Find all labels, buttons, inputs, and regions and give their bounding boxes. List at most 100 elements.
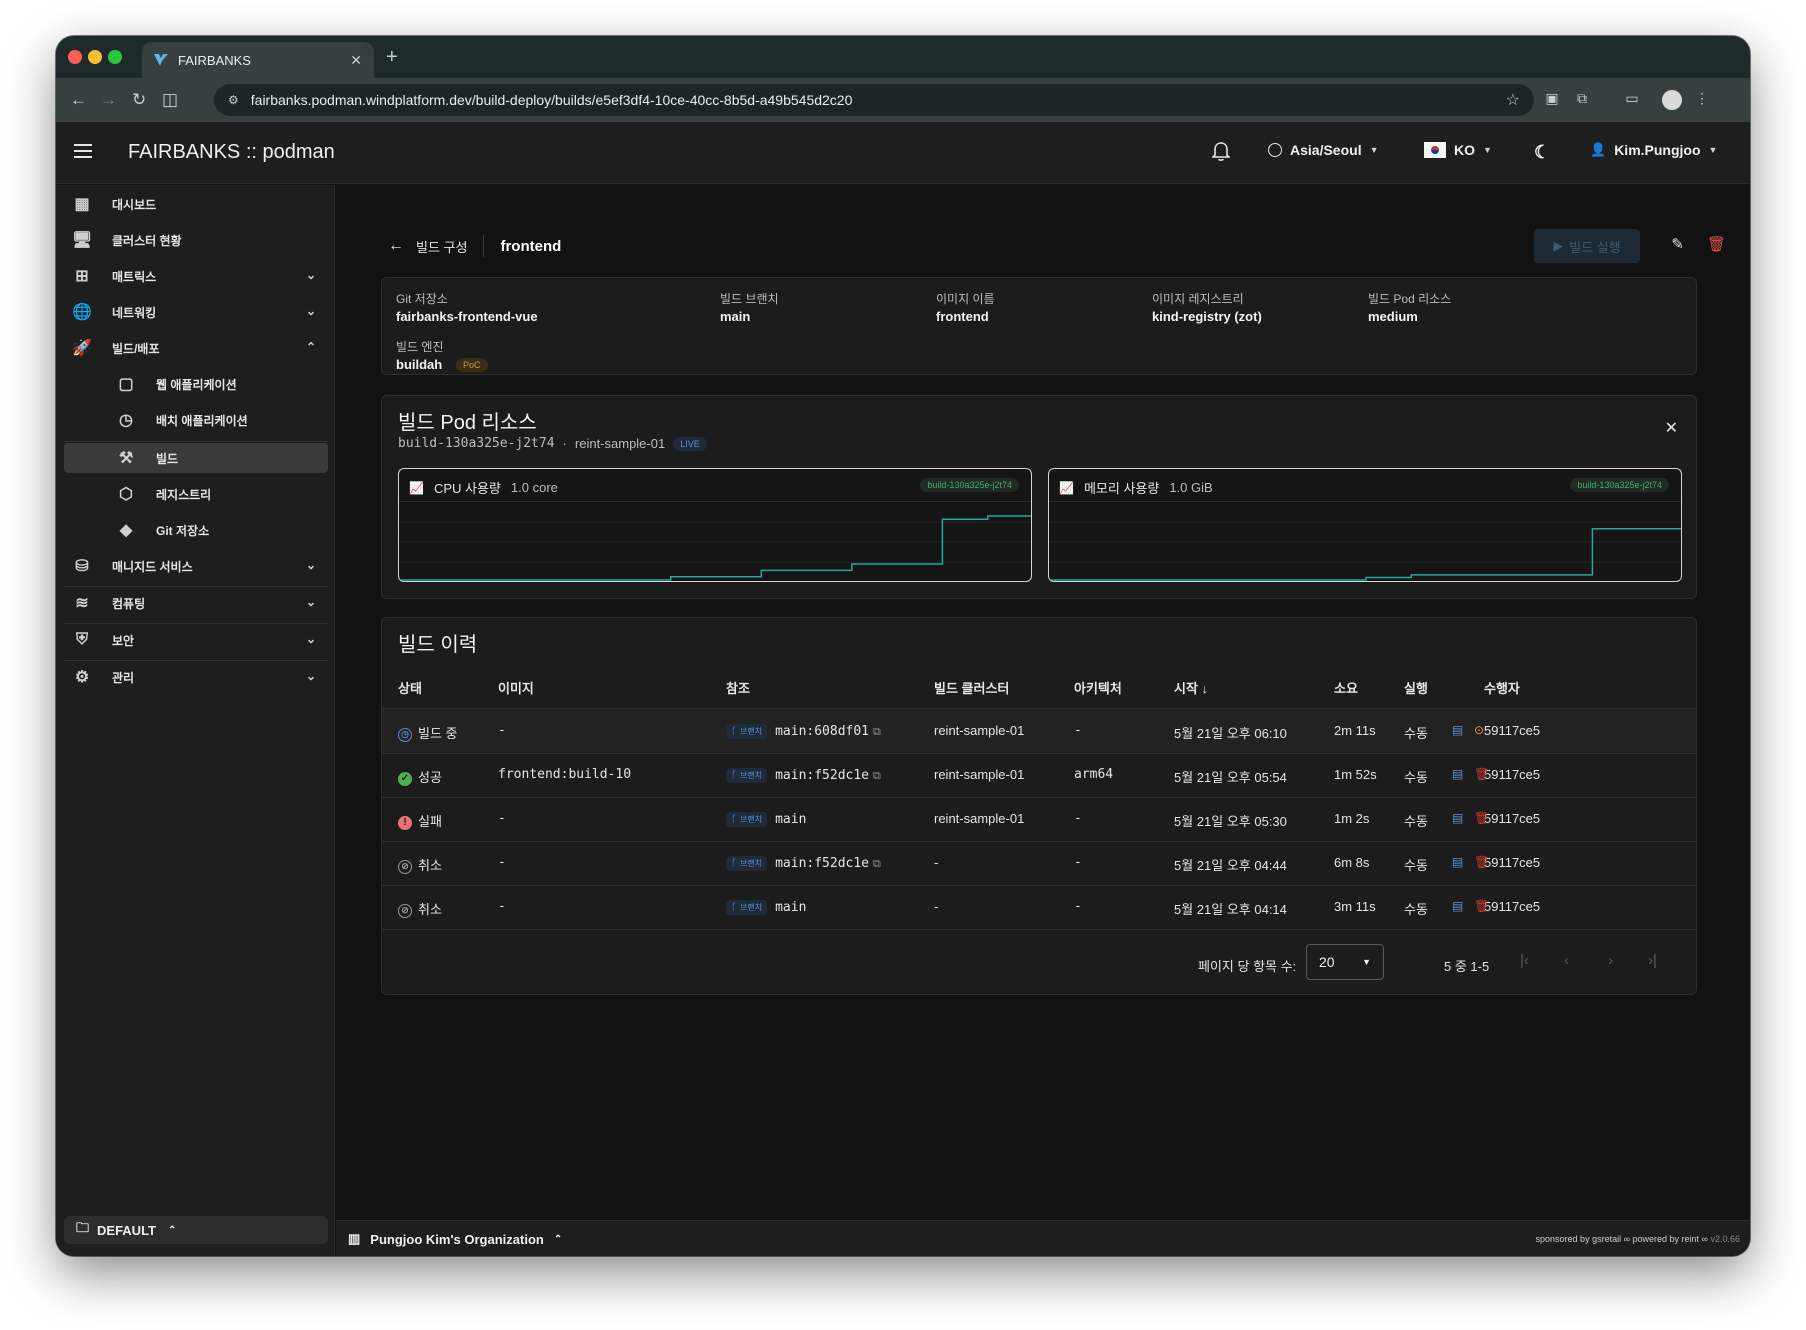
language-selector[interactable]: KO ▼ <box>1424 142 1492 158</box>
delete-trash-icon[interactable]: 🗑 <box>1707 235 1726 253</box>
split-view-icon[interactable]: ◫ <box>162 90 178 110</box>
per-page-select[interactable]: 20 ▼ <box>1306 944 1384 980</box>
sidebar-item-web-apps[interactable]: ▢ 웹 애플리케이션 <box>64 369 328 399</box>
column-header-arch[interactable]: 아키텍처 <box>1074 678 1122 697</box>
column-header-duration[interactable]: 소요 <box>1334 678 1358 697</box>
ref-cell: ᚴ 브랜치 main:608df01 ⧉ <box>726 723 881 740</box>
reload-icon[interactable]: ↻ <box>132 90 146 110</box>
table-row[interactable]: ✓ 성공 ᚴ 브랜치 main:f52dc1e ⧉ frontend:build-10 rei… <box>382 753 1696 797</box>
copy-icon[interactable]: ⧉ <box>873 770 881 782</box>
delete-icon[interactable]: 🗑 <box>1474 811 1489 825</box>
bookmark-star-icon[interactable]: ☆ <box>1506 90 1520 110</box>
minimize-window-button[interactable] <box>88 50 102 64</box>
table-row[interactable]: ⊘ 취소 ᚴ 브랜치 main:f52dc1e ⧉ - - - 5월 21일 오후 04:44 6m… <box>382 841 1696 885</box>
log-icon[interactable]: ▤ <box>1452 767 1463 781</box>
sidebar-item-computing[interactable]: ≋ 컴퓨팅 ⌄ <box>64 588 328 618</box>
sidebar-item-batch-apps[interactable]: ◷ 배치 애플리케이션 <box>64 405 328 435</box>
delete-icon[interactable]: 🗑 <box>1474 899 1489 913</box>
tab-close-icon[interactable]: ✕ <box>350 52 362 69</box>
browser-menu-icon[interactable]: ⋮ <box>1692 90 1712 110</box>
column-header-cluster[interactable]: 빌드 클러스터 <box>934 678 1009 697</box>
theme-toggle-icon[interactable]: ☾ <box>1534 142 1550 163</box>
next-page-icon[interactable]: › <box>1608 952 1613 969</box>
ref-cell: ᚴ 브랜치 main:f52dc1e ⧉ <box>726 855 881 872</box>
forward-arrow-icon[interactable]: → <box>100 90 117 110</box>
sidebar-item-label: Git 저장소 <box>156 523 210 538</box>
dashboard-icon: ▦ <box>74 196 90 213</box>
column-header-actor[interactable]: 수행자 <box>1484 678 1520 697</box>
log-icon[interactable]: ▤ <box>1452 811 1463 825</box>
organization-selector[interactable]: ▥ Pungjoo Kim's Organization ⌃ <box>348 1231 562 1247</box>
sidebar-item-admin[interactable]: ⚙ 관리 ⌄ <box>64 662 328 692</box>
log-icon[interactable]: ▤ <box>1452 899 1463 913</box>
run-build-button[interactable]: ▶ 빌드 실행 <box>1534 229 1640 263</box>
browser-tab[interactable]: FAIRBANKS ✕ <box>142 42 374 78</box>
image-cell: - <box>498 723 506 738</box>
first-page-icon[interactable]: |‹ <box>1520 952 1529 969</box>
back-arrow-icon[interactable]: ← <box>70 90 87 110</box>
log-icon[interactable]: ▤ <box>1452 855 1463 869</box>
sidebar-item-networking[interactable]: 🌐 네트워킹 ⌄ <box>64 297 328 327</box>
chevron-down-icon: ⌄ <box>305 558 316 572</box>
last-page-icon[interactable]: ›| <box>1648 952 1657 969</box>
sidebar-item-metrics[interactable]: ⊞ 매트릭스 ⌄ <box>64 261 328 291</box>
app-header: FAIRBANKS :: podman Asia/Seoul ▼ KO ▼ ☾ … <box>56 122 1750 184</box>
new-tab-button[interactable]: + <box>386 46 398 69</box>
rocket-icon: 🚀 <box>72 340 92 357</box>
column-header-image[interactable]: 이미지 <box>498 678 534 697</box>
user-menu[interactable]: 👤 Kim.Pungjoo ▼ <box>1590 142 1717 158</box>
edit-pencil-icon[interactable]: ✎ <box>1671 235 1684 253</box>
column-header-status[interactable]: 상태 <box>398 678 422 697</box>
sidebar-item-cluster-status[interactable]: 🖥 클러스터 현황 <box>64 225 328 255</box>
sidebar-item-build-deploy[interactable]: 🚀 빌드/배포 ⌃ <box>64 333 328 363</box>
delete-icon[interactable]: 🗑 <box>1474 767 1489 781</box>
pod-subtitle: build-130a325e-j2t74 · reint-sample-01 L… <box>398 436 707 451</box>
sidebar-item-label: 클러스터 현황 <box>112 233 182 248</box>
pod-resource-value: medium <box>1368 309 1418 324</box>
namespace-selector[interactable]: 🗀 DEFAULT ⌃ <box>64 1216 328 1244</box>
column-header-trigger[interactable]: 실행 <box>1404 678 1428 697</box>
cube-icon: ⬡ <box>119 486 133 503</box>
timezone-selector[interactable]: Asia/Seoul ▼ <box>1268 142 1379 158</box>
sidebar-item-git-repos[interactable]: ◆ Git 저장소 <box>64 515 328 545</box>
ref-label: main:f52dc1e <box>775 768 870 783</box>
stop-icon[interactable]: ⊙ <box>1474 723 1484 737</box>
sidebar-item-dashboard[interactable]: ▦ 대시보드 <box>64 189 328 219</box>
close-window-button[interactable] <box>68 50 82 64</box>
extension-icon[interactable]: ▣ <box>1542 90 1562 110</box>
close-icon[interactable]: ✕ <box>1665 418 1678 438</box>
puzzle-icon[interactable]: ⧉ <box>1572 90 1592 110</box>
status-label: 취소 <box>418 902 442 917</box>
previous-page-icon[interactable]: ‹ <box>1564 952 1569 969</box>
memory-chart: 📈 메모리 사용량 1.0 GiB build-130a325e-j2t74 <box>1048 468 1682 582</box>
sidebar-divider <box>64 441 328 442</box>
copy-icon[interactable]: ⧉ <box>873 858 881 870</box>
sidebar-item-security[interactable]: ⛨ 보안 ⌄ <box>64 625 328 655</box>
sidebar-item-build[interactable]: ⚒ 빌드 <box>64 443 328 473</box>
table-row[interactable]: ! 실패 ᚴ 브랜치 main - reint-sample-01 - 5월 21일 오후 05… <box>382 797 1696 841</box>
menu-icon[interactable] <box>74 144 92 158</box>
grid-icon: ⊞ <box>75 268 89 285</box>
column-header-ref[interactable]: 참조 <box>726 678 750 697</box>
maximize-window-button[interactable] <box>108 50 122 64</box>
cast-icon[interactable]: ▭ <box>1622 90 1642 110</box>
cluster-cell: - <box>934 855 939 870</box>
table-row[interactable]: ◷ 빌드 중 ᚴ 브랜치 main:608df01 ⧉ - reint-sample-01 - 5… <box>382 709 1696 753</box>
copy-icon[interactable]: ⧉ <box>873 726 881 738</box>
image-cell: - <box>498 811 506 826</box>
profile-avatar[interactable] <box>1662 90 1682 110</box>
delete-icon[interactable]: 🗑 <box>1474 855 1489 869</box>
table-row[interactable]: ⊘ 취소 ᚴ 브랜치 main - - - 5월 21일 오후 04:14 3m 11s 수동 591… <box>382 885 1696 929</box>
site-info-icon[interactable]: ⚙ <box>228 93 239 107</box>
sidebar-divider <box>64 623 328 624</box>
page-range-label: 5 중 1-5 <box>1444 959 1490 974</box>
notifications-button[interactable] <box>1212 142 1230 162</box>
back-arrow-icon[interactable]: ← <box>388 237 404 255</box>
branch-chip: ᚴ 브랜치 <box>726 812 768 828</box>
sidebar-item-managed-services[interactable]: ⛁ 매니지드 서비스 ⌄ <box>64 551 328 581</box>
log-icon[interactable]: ▤ <box>1452 723 1463 737</box>
sidebar-item-registry[interactable]: ⬡ 레지스트리 <box>64 479 328 509</box>
column-header-start[interactable]: 시작 ↓ <box>1174 678 1208 697</box>
url-field[interactable]: ⚙ fairbanks.podman.windplatform.dev/buil… <box>214 84 1534 116</box>
back-link[interactable]: 빌드 구성 <box>416 237 467 256</box>
